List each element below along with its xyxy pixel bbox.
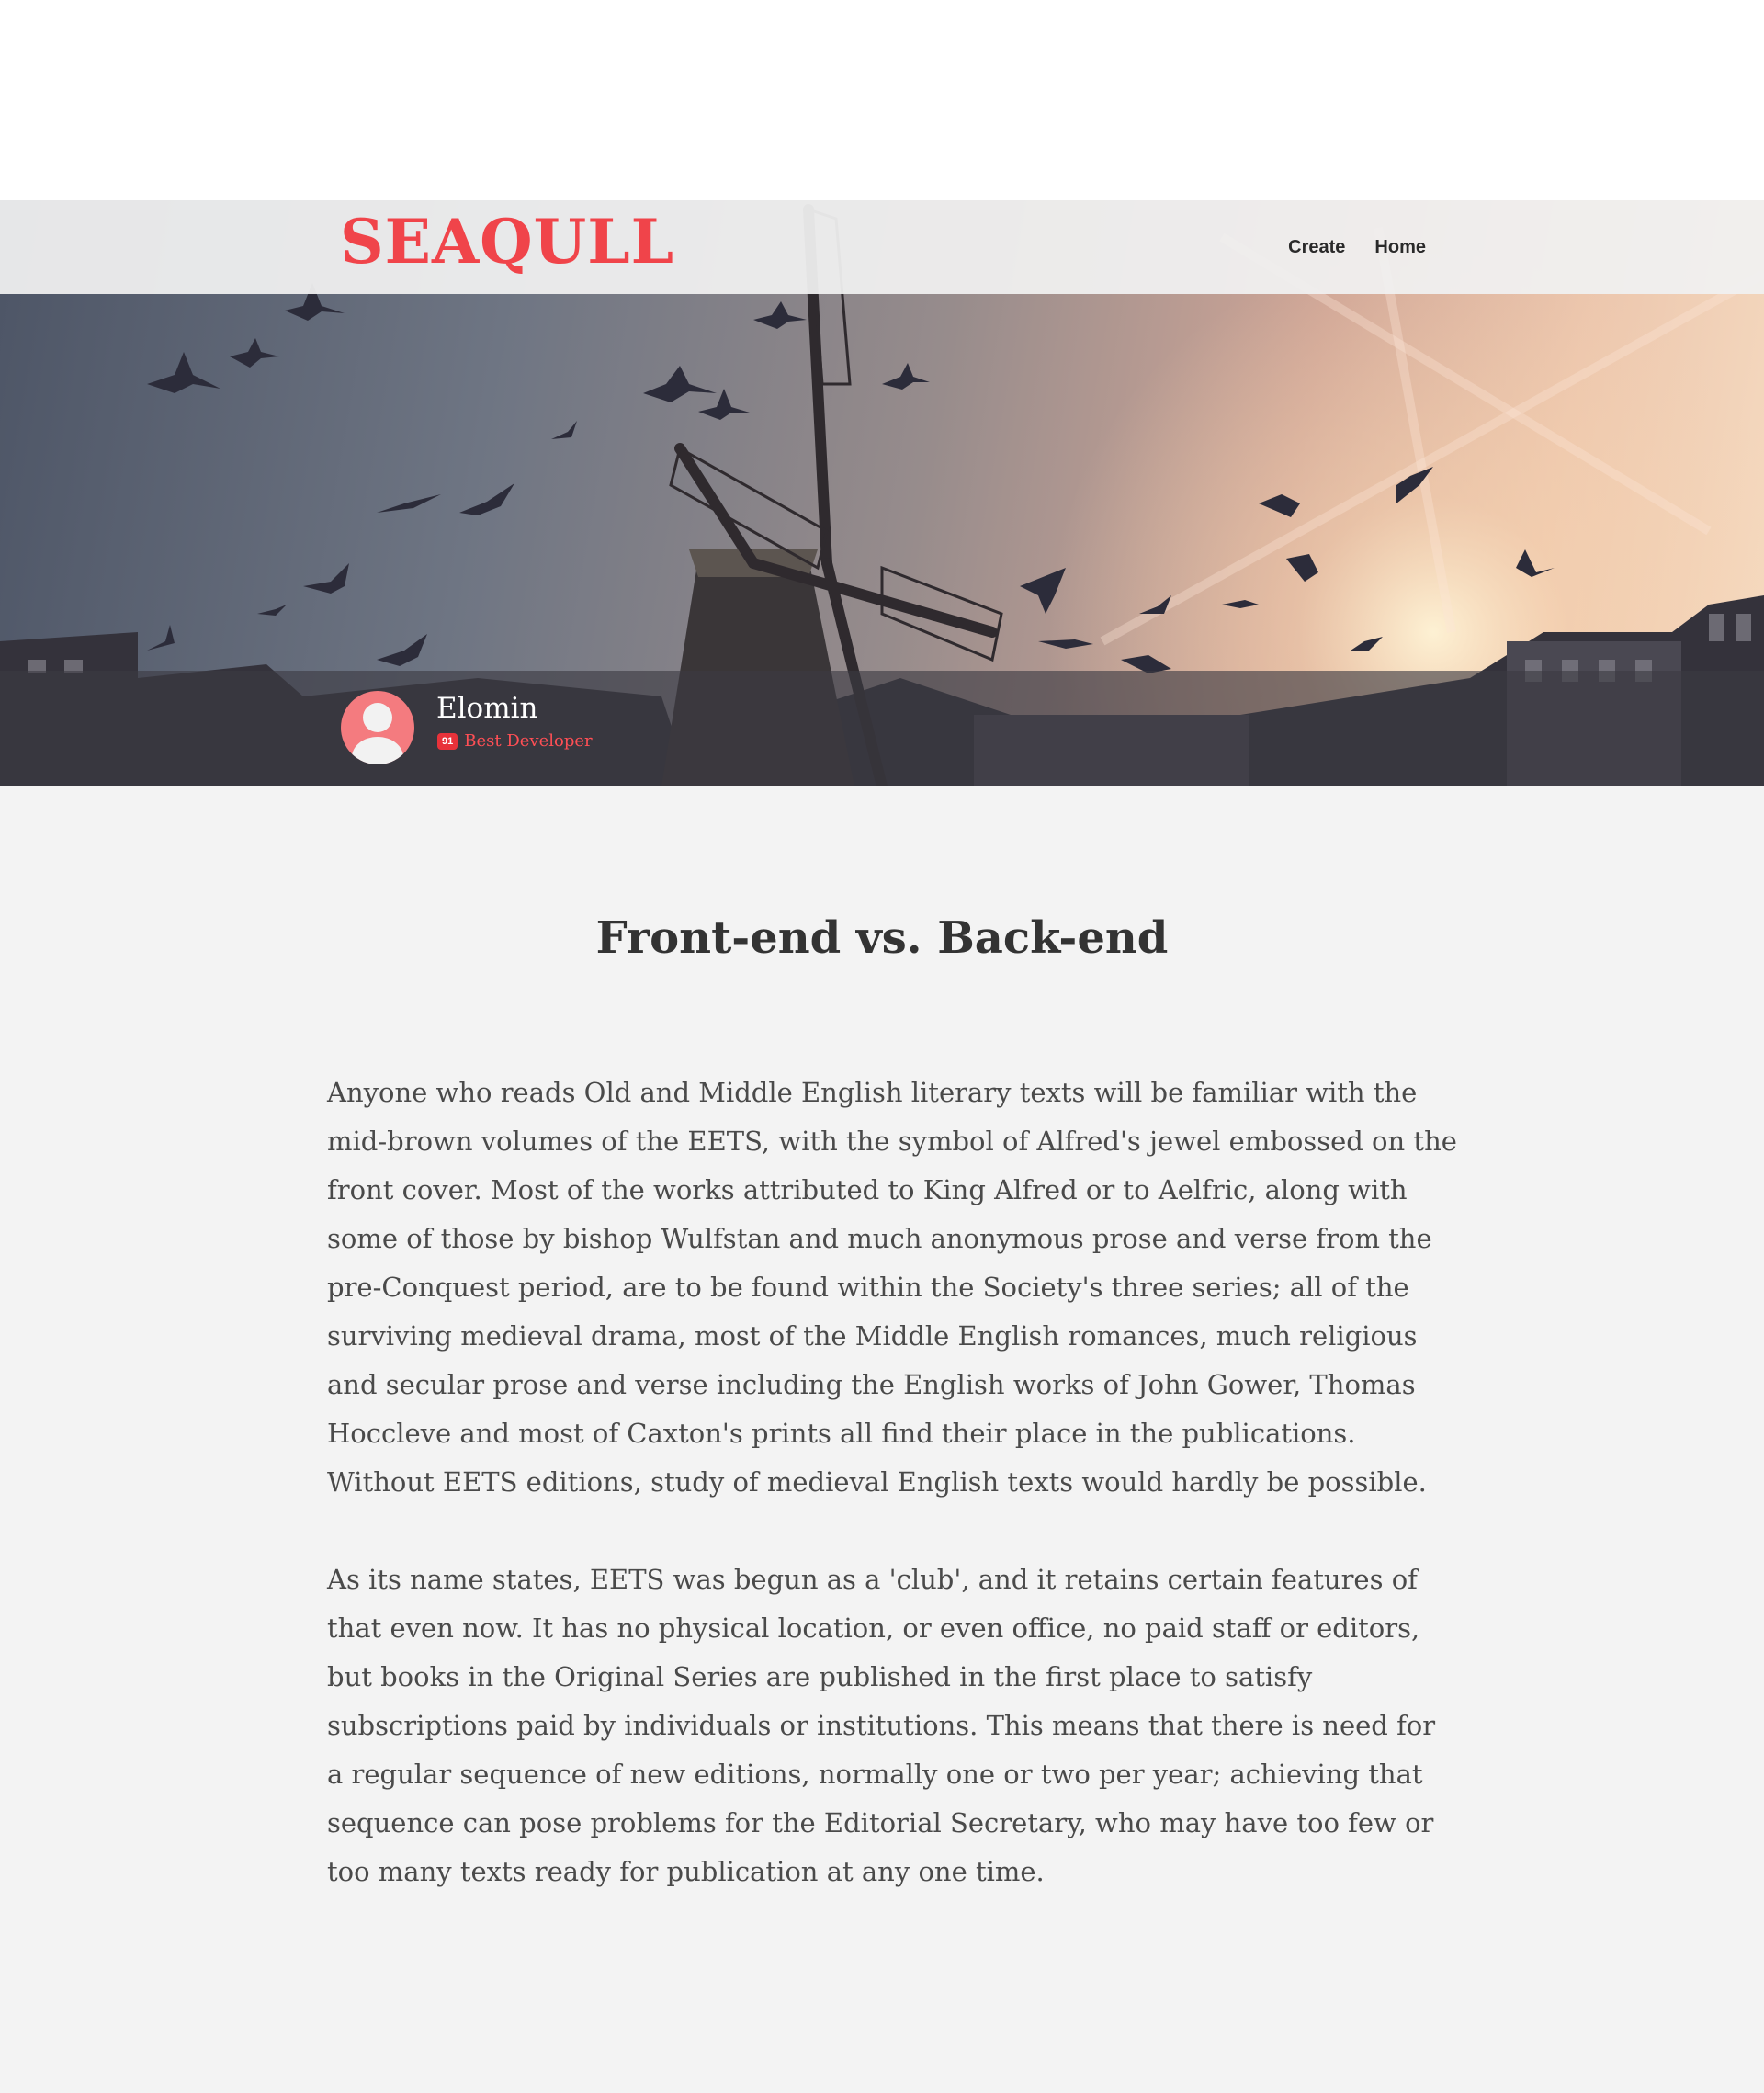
nav-links: Create Home — [1288, 237, 1426, 258]
avatar-user-icon-body — [352, 737, 403, 764]
author-profile-bar: Elomin 91 Best Developer — [0, 671, 1764, 786]
site-logo[interactable]: SEAQULL — [340, 211, 674, 272]
nav-link-home[interactable]: Home — [1374, 237, 1426, 258]
header-hero: SEAQULL Create Home Elomin 91 Best Devel… — [0, 200, 1764, 786]
top-navbar: SEAQULL Create Home — [0, 200, 1764, 294]
author-name[interactable]: Elomin — [436, 695, 537, 723]
post-body: Anyone who reads Old and Middle English … — [327, 1069, 1457, 1945]
post-paragraph: Anyone who reads Old and Middle English … — [327, 1077, 1457, 1498]
badge-count: 91 — [437, 732, 458, 750]
top-blank-area — [0, 0, 1764, 200]
author-badge: 91 Best Developer — [437, 731, 593, 751]
badge-label: Best Developer — [464, 731, 593, 751]
post-paragraph: As its name states, EETS was begun as a … — [327, 1564, 1436, 1887]
avatar[interactable] — [341, 691, 414, 764]
post-title: Front-end vs. Back-end — [595, 912, 1169, 964]
avatar-user-icon-head — [363, 703, 392, 732]
nav-link-create[interactable]: Create — [1288, 237, 1345, 258]
